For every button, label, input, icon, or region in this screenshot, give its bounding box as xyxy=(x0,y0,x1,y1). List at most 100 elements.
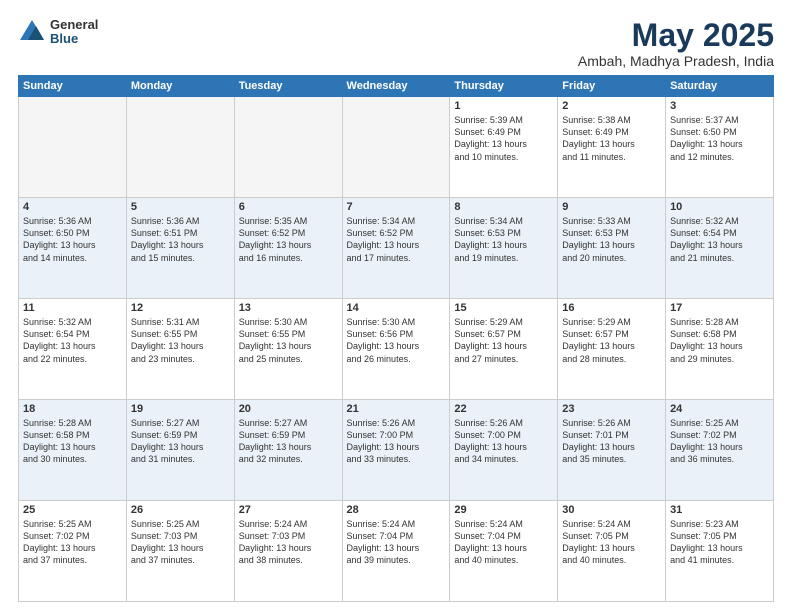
day-info: Sunrise: 5:24 AM Sunset: 7:03 PM Dayligh… xyxy=(239,518,338,567)
table-row: 20 Sunrise: 5:27 AM Sunset: 6:59 PM Dayli… xyxy=(234,400,342,501)
day-info: Sunrise: 5:25 AM Sunset: 7:02 PM Dayligh… xyxy=(23,518,122,567)
day-info: Sunrise: 5:30 AM Sunset: 6:55 PM Dayligh… xyxy=(239,316,338,365)
table-row: 30 Sunrise: 5:24 AM Sunset: 7:05 PM Dayli… xyxy=(558,501,666,602)
table-row xyxy=(342,97,450,198)
day-info: Sunrise: 5:33 AM Sunset: 6:53 PM Dayligh… xyxy=(562,215,661,264)
day-info: Sunrise: 5:36 AM Sunset: 6:51 PM Dayligh… xyxy=(131,215,230,264)
day-info: Sunrise: 5:28 AM Sunset: 6:58 PM Dayligh… xyxy=(23,417,122,466)
table-row: 6 Sunrise: 5:35 AM Sunset: 6:52 PM Daylig… xyxy=(234,198,342,299)
day-info: Sunrise: 5:32 AM Sunset: 6:54 PM Dayligh… xyxy=(670,215,769,264)
day-info: Sunrise: 5:31 AM Sunset: 6:55 PM Dayligh… xyxy=(131,316,230,365)
logo-general: General xyxy=(50,18,98,32)
table-row: 26Sunrise: 5:25 AM Sunset: 7:03 PM Dayli… xyxy=(126,501,234,602)
table-row xyxy=(234,97,342,198)
table-row: 22 Sunrise: 5:26 AM Sunset: 7:00 PM Dayli… xyxy=(450,400,558,501)
col-saturday: Saturday xyxy=(666,76,774,97)
table-row: 3 Sunrise: 5:37 AM Sunset: 6:50 PM Daylig… xyxy=(666,97,774,198)
day-number: 31 xyxy=(670,504,769,516)
table-row: 11Sunrise: 5:32 AM Sunset: 6:54 PM Dayli… xyxy=(19,299,127,400)
day-number: 25 xyxy=(23,504,122,516)
day-number: 10 xyxy=(670,201,769,213)
table-row: 14Sunrise: 5:30 AM Sunset: 6:56 PM Dayli… xyxy=(342,299,450,400)
table-row xyxy=(19,97,127,198)
header-row: Sunday Monday Tuesday Wednesday Thursday… xyxy=(19,76,774,97)
day-number: 27 xyxy=(239,504,338,516)
col-monday: Monday xyxy=(126,76,234,97)
day-number: 5 xyxy=(131,201,230,213)
day-number: 20 xyxy=(239,403,338,415)
month-title: May 2025 xyxy=(578,18,774,53)
day-info: Sunrise: 5:27 AM Sunset: 6:59 PM Dayligh… xyxy=(131,417,230,466)
day-number: 19 xyxy=(131,403,230,415)
day-number: 22 xyxy=(454,403,553,415)
table-row: 13 Sunrise: 5:30 AM Sunset: 6:55 PM Dayli… xyxy=(234,299,342,400)
day-number: 3 xyxy=(670,100,769,112)
table-row: 29 Sunrise: 5:24 AM Sunset: 7:04 PM Dayli… xyxy=(450,501,558,602)
table-row: 24 Sunrise: 5:25 AM Sunset: 7:02 PM Dayli… xyxy=(666,400,774,501)
day-number: 23 xyxy=(562,403,661,415)
table-row: 18 Sunrise: 5:28 AM Sunset: 6:58 PM Dayli… xyxy=(19,400,127,501)
table-row: 23Sunrise: 5:26 AM Sunset: 7:01 PM Dayli… xyxy=(558,400,666,501)
day-number: 2 xyxy=(562,100,661,112)
day-info: Sunrise: 5:26 AM Sunset: 7:00 PM Dayligh… xyxy=(454,417,553,466)
day-info: Sunrise: 5:24 AM Sunset: 7:04 PM Dayligh… xyxy=(454,518,553,567)
table-row: 31 Sunrise: 5:23 AM Sunset: 7:05 PM Dayli… xyxy=(666,501,774,602)
day-info: Sunrise: 5:26 AM Sunset: 7:00 PM Dayligh… xyxy=(347,417,446,466)
day-info: Sunrise: 5:23 AM Sunset: 7:05 PM Dayligh… xyxy=(670,518,769,567)
page: General Blue May 2025 Ambah, Madhya Prad… xyxy=(0,0,792,612)
day-info: Sunrise: 5:27 AM Sunset: 6:59 PM Dayligh… xyxy=(239,417,338,466)
day-info: Sunrise: 5:30 AM Sunset: 6:56 PM Dayligh… xyxy=(347,316,446,365)
logo-text: General Blue xyxy=(50,18,98,47)
day-number: 4 xyxy=(23,201,122,213)
table-row: 2 Sunrise: 5:38 AM Sunset: 6:49 PM Daylig… xyxy=(558,97,666,198)
logo-icon xyxy=(18,18,46,46)
day-number: 24 xyxy=(670,403,769,415)
day-number: 15 xyxy=(454,302,553,314)
day-number: 26 xyxy=(131,504,230,516)
calendar-week-4: 18 Sunrise: 5:28 AM Sunset: 6:58 PM Dayli… xyxy=(19,400,774,501)
day-number: 6 xyxy=(239,201,338,213)
table-row: 12Sunrise: 5:31 AM Sunset: 6:55 PM Dayli… xyxy=(126,299,234,400)
table-row: 7Sunrise: 5:34 AM Sunset: 6:52 PM Daylig… xyxy=(342,198,450,299)
day-number: 13 xyxy=(239,302,338,314)
col-tuesday: Tuesday xyxy=(234,76,342,97)
col-friday: Friday xyxy=(558,76,666,97)
table-row: 1Sunrise: 5:39 AM Sunset: 6:49 PM Daylig… xyxy=(450,97,558,198)
table-row: 19 Sunrise: 5:27 AM Sunset: 6:59 PM Dayli… xyxy=(126,400,234,501)
col-sunday: Sunday xyxy=(19,76,127,97)
table-row: 10 Sunrise: 5:32 AM Sunset: 6:54 PM Dayli… xyxy=(666,198,774,299)
table-row: 5 Sunrise: 5:36 AM Sunset: 6:51 PM Daylig… xyxy=(126,198,234,299)
calendar-week-5: 25 Sunrise: 5:25 AM Sunset: 7:02 PM Dayli… xyxy=(19,501,774,602)
day-info: Sunrise: 5:32 AM Sunset: 6:54 PM Dayligh… xyxy=(23,316,122,365)
day-number: 1 xyxy=(454,100,553,112)
day-number: 17 xyxy=(670,302,769,314)
day-info: Sunrise: 5:34 AM Sunset: 6:53 PM Dayligh… xyxy=(454,215,553,264)
logo: General Blue xyxy=(18,18,98,47)
table-row: 4Sunrise: 5:36 AM Sunset: 6:50 PM Daylig… xyxy=(19,198,127,299)
day-info: Sunrise: 5:34 AM Sunset: 6:52 PM Dayligh… xyxy=(347,215,446,264)
day-number: 28 xyxy=(347,504,446,516)
table-row: 17 Sunrise: 5:28 AM Sunset: 6:58 PM Dayli… xyxy=(666,299,774,400)
calendar-week-1: 1Sunrise: 5:39 AM Sunset: 6:49 PM Daylig… xyxy=(19,97,774,198)
day-info: Sunrise: 5:37 AM Sunset: 6:50 PM Dayligh… xyxy=(670,114,769,163)
day-info: Sunrise: 5:29 AM Sunset: 6:57 PM Dayligh… xyxy=(454,316,553,365)
header: General Blue May 2025 Ambah, Madhya Prad… xyxy=(18,18,774,69)
day-info: Sunrise: 5:35 AM Sunset: 6:52 PM Dayligh… xyxy=(239,215,338,264)
title-block: May 2025 Ambah, Madhya Pradesh, India xyxy=(578,18,774,69)
table-row: 28Sunrise: 5:24 AM Sunset: 7:04 PM Dayli… xyxy=(342,501,450,602)
day-info: Sunrise: 5:25 AM Sunset: 7:02 PM Dayligh… xyxy=(670,417,769,466)
day-number: 29 xyxy=(454,504,553,516)
day-info: Sunrise: 5:28 AM Sunset: 6:58 PM Dayligh… xyxy=(670,316,769,365)
location-subtitle: Ambah, Madhya Pradesh, India xyxy=(578,53,774,69)
day-number: 18 xyxy=(23,403,122,415)
logo-blue: Blue xyxy=(50,32,98,46)
day-info: Sunrise: 5:38 AM Sunset: 6:49 PM Dayligh… xyxy=(562,114,661,163)
table-row: 9 Sunrise: 5:33 AM Sunset: 6:53 PM Daylig… xyxy=(558,198,666,299)
table-row: 27 Sunrise: 5:24 AM Sunset: 7:03 PM Dayli… xyxy=(234,501,342,602)
table-row: 8Sunrise: 5:34 AM Sunset: 6:53 PM Daylig… xyxy=(450,198,558,299)
day-info: Sunrise: 5:24 AM Sunset: 7:05 PM Dayligh… xyxy=(562,518,661,567)
day-number: 30 xyxy=(562,504,661,516)
col-wednesday: Wednesday xyxy=(342,76,450,97)
day-info: Sunrise: 5:29 AM Sunset: 6:57 PM Dayligh… xyxy=(562,316,661,365)
day-number: 9 xyxy=(562,201,661,213)
